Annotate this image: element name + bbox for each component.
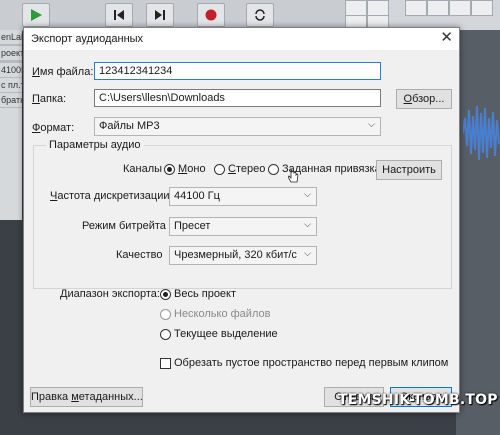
sample-rate-select[interactable]: 44100 Гц ⌵ (169, 187, 317, 206)
select-tool[interactable] (345, 0, 367, 16)
metadata-text-b: етаданных... (78, 391, 143, 403)
folder-input[interactable]: C:\Users\llesn\Downloads (94, 89, 381, 107)
metadata-hotkey: м (71, 391, 79, 403)
format-value: Файлы MP3 (99, 120, 160, 132)
file-name-label-text: мя файла: (39, 66, 94, 78)
record-button[interactable] (197, 3, 225, 27)
quality-value: Чрезмерный, 320 кбит/с (174, 249, 297, 261)
track-text: с пл.т (0, 78, 22, 93)
format-label: Формат: (32, 122, 74, 134)
dialog-title: Экспорт аудиоданных (31, 33, 144, 45)
stereo-label: Стерео (228, 163, 265, 175)
stereo-hotkey: С (228, 163, 236, 175)
bitrate-mode-label: Режим битрейта (82, 220, 166, 232)
sample-rate-value: 44100 Гц (174, 190, 220, 202)
dialog-titlebar: Экспорт аудиоданных ✕ (24, 28, 459, 50)
current-selection-radio[interactable] (160, 329, 171, 340)
zoom-out-tool[interactable] (427, 0, 449, 16)
bitrate-mode-select[interactable]: Пресет ⌵ (169, 217, 317, 236)
mouse-cursor-icon (288, 168, 299, 183)
whole-project-radio[interactable] (160, 289, 171, 300)
trim-checkbox[interactable] (160, 358, 171, 369)
fit-tool[interactable] (449, 0, 471, 16)
folder-label: Папка: (32, 93, 66, 105)
quality-select[interactable]: Чрезмерный, 320 кбит/с ⌵ (169, 246, 317, 265)
file-name-input[interactable]: 123412341234 (94, 62, 381, 80)
browse-hotkey: О (403, 93, 413, 105)
waveform (463, 105, 500, 161)
skip-end-icon (155, 10, 165, 20)
chevron-down-icon: ⌵ (304, 248, 311, 258)
format-select[interactable]: Файлы MP3 ⌵ (94, 117, 381, 136)
folder-label-hotkey: П (32, 93, 40, 105)
watermark: TEMSHIK-TOMB.TOP (338, 392, 498, 408)
loop-button[interactable] (246, 3, 274, 27)
mono-label: Моно (178, 163, 206, 175)
trim-label: Обрезать пустое пространство перед первы… (174, 357, 449, 369)
waveform-area (456, 30, 500, 435)
edit-metadata-button[interactable]: Правка метаданных... (30, 387, 143, 407)
multiple-files-label: Несколько файлов (174, 308, 271, 320)
chevron-down-icon: ⌵ (304, 219, 311, 229)
zoom-toggle-tool[interactable] (471, 0, 493, 16)
play-button[interactable] (22, 3, 50, 27)
channels-label: Каналы (123, 163, 163, 175)
browse-button[interactable]: Обзор... (396, 89, 452, 109)
skip-start-icon (114, 10, 124, 20)
track-text: братн (0, 93, 22, 108)
play-icon (31, 9, 42, 21)
current-selection-label: Текущее выделение (174, 328, 278, 340)
record-icon (205, 9, 217, 21)
tools-area (345, 0, 500, 31)
sample-rate-label: Частота дискретизации: (50, 190, 173, 202)
loop-icon (255, 9, 265, 21)
file-name-label: Имя файла: (32, 66, 93, 78)
configure-button[interactable]: Настроить (376, 160, 442, 180)
folder-label-text: апка: (39, 93, 67, 105)
track-text: роект (0, 46, 22, 61)
bitrate-mode-value: Пресет (174, 220, 211, 232)
browse-label: бзор... (412, 93, 445, 105)
sample-rate-text: астота дискретизации: (57, 190, 173, 202)
chevron-down-icon: ⌵ (368, 119, 375, 129)
skip-start-button[interactable] (105, 3, 133, 27)
mono-text: оно (187, 163, 206, 175)
audio-params-group: Параметры аудио Каналы Моно Стерео Задан… (33, 139, 452, 289)
export-dialog: Экспорт аудиоданных ✕ Имя файла: 1234123… (23, 27, 460, 413)
whole-project-label: Весь проект (174, 288, 237, 300)
draw-tool[interactable] (367, 0, 389, 16)
audio-params-legend: Параметры аудио (46, 139, 144, 151)
close-icon[interactable]: ✕ (440, 30, 453, 46)
export-range-label: Диапазон экспорта: (60, 288, 160, 300)
metadata-text-a: Правка (31, 391, 72, 403)
file-name-label-hotkey: И (32, 66, 40, 78)
stereo-text: терео (235, 163, 266, 175)
skip-end-button[interactable] (146, 3, 174, 27)
chevron-down-icon: ⌵ (304, 189, 311, 199)
mono-radio[interactable] (164, 164, 175, 175)
stereo-radio[interactable] (214, 164, 225, 175)
custom-mapping-radio[interactable] (268, 164, 279, 175)
quality-label: Качество (116, 249, 163, 261)
mono-hotkey: М (178, 163, 188, 175)
format-label-text: ормат: (40, 122, 75, 134)
multiple-files-radio[interactable] (160, 309, 171, 320)
track-panel: enLab роект 4100Г с пл.т братн (0, 30, 22, 220)
track-text: enLab (0, 30, 22, 45)
zoom-in-tool[interactable] (405, 0, 427, 16)
track-text: 4100Г (0, 63, 22, 78)
